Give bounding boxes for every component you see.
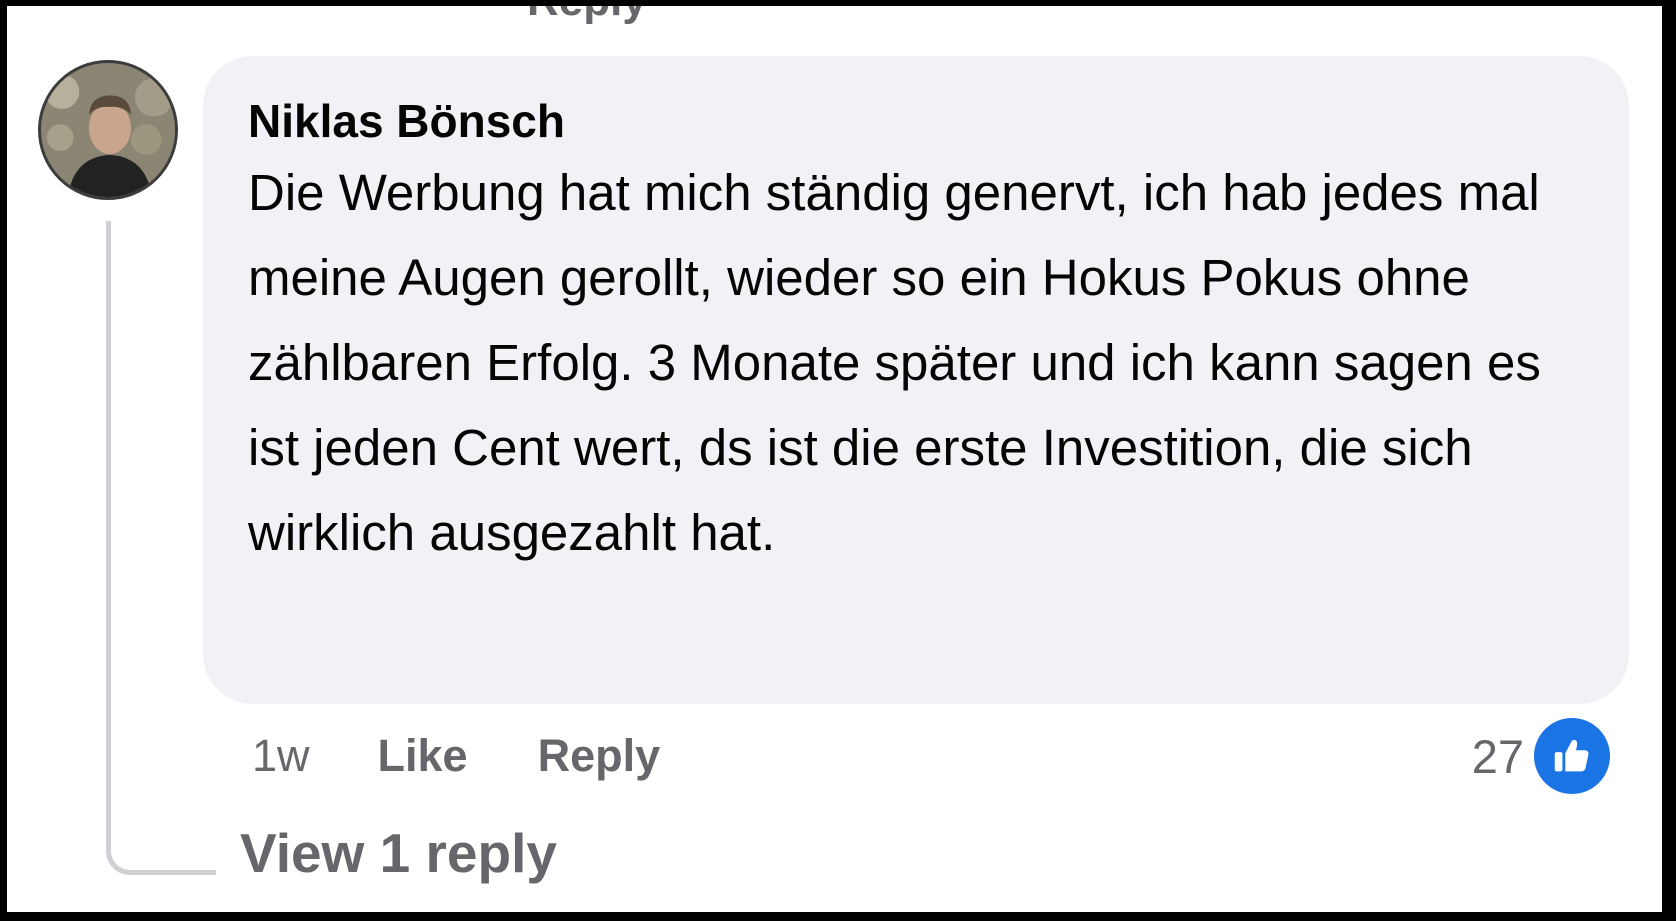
view-replies-link[interactable]: View 1 reply	[240, 821, 557, 885]
reaction-summary[interactable]: 27	[1472, 718, 1610, 794]
like-button[interactable]: Like	[378, 730, 468, 782]
comment-text: Die Werbung hat mich ständig genervt, ic…	[248, 164, 1541, 561]
comment-bubble: Niklas Bönsch Die Werbung hat mich ständ…	[203, 56, 1629, 704]
thumbs-up-icon	[1534, 718, 1610, 794]
reaction-count: 27	[1471, 729, 1524, 783]
avatar-image	[41, 63, 175, 197]
comment-actions: 1w Like Reply	[252, 726, 730, 786]
comment-timestamp[interactable]: 1w	[252, 730, 310, 782]
cutoff-reply-link[interactable]: Reply	[527, 6, 647, 26]
comment-frame: Reply Niklas Bönsch Die Werbung hat mich…	[7, 6, 1662, 912]
reply-button[interactable]: Reply	[538, 730, 661, 782]
reply-thread-line	[106, 221, 216, 875]
avatar[interactable]	[38, 60, 178, 200]
comment-author[interactable]: Niklas Bönsch	[248, 92, 1585, 150]
